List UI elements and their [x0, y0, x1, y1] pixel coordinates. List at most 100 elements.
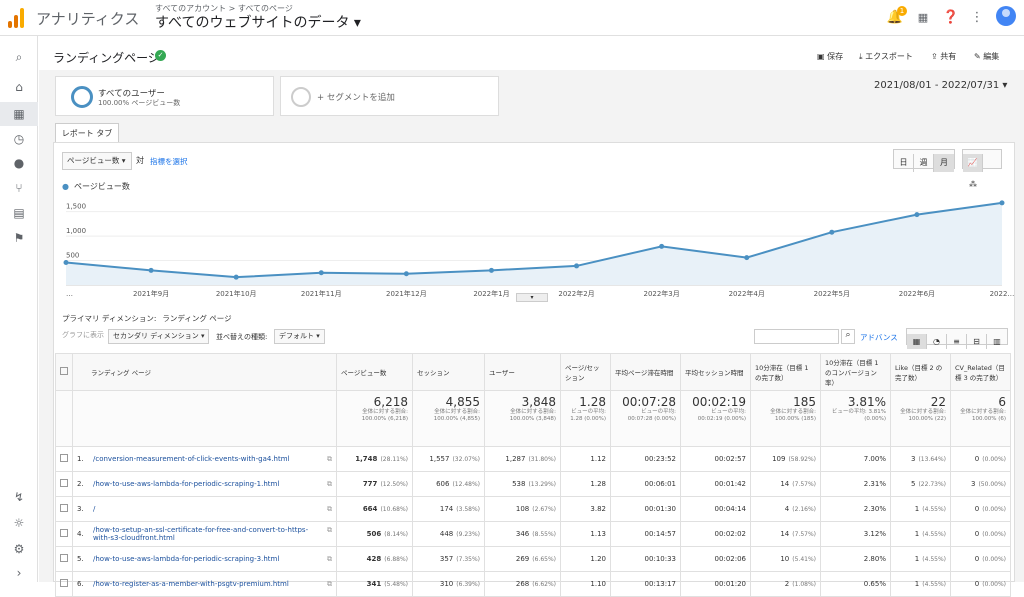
- landing-page-link[interactable]: /how-to-setup-an-ssl-certificate-for-fre…: [93, 526, 315, 542]
- table-row[interactable]: 4./how-to-setup-an-ssl-certificate-for-f…: [55, 521, 1011, 547]
- landing-page-link[interactable]: /conversion-measurement-of-click-events-…: [93, 455, 315, 463]
- date-range-picker[interactable]: 2021/08/01 - 2022/07/31 ▾: [874, 80, 1007, 91]
- col-pageviews[interactable]: ページビュー数: [336, 353, 413, 391]
- analytics-logo-icon[interactable]: [8, 8, 26, 28]
- row-checkbox[interactable]: [55, 446, 73, 472]
- landing-page-link[interactable]: /how-to-use-aws-lambda-for-periodic-scra…: [93, 555, 315, 563]
- col-pages-per-session[interactable]: ページ/セッション: [560, 353, 611, 391]
- col-goal1-conversion-rate[interactable]: 10分滞在（目標 1 のコンバージョン率）: [820, 353, 891, 391]
- edit-button[interactable]: ✎ 編集: [974, 51, 999, 62]
- admin-gear-icon[interactable]: ⚙: [10, 540, 28, 558]
- table-row[interactable]: 1./conversion-measurement-of-click-event…: [55, 446, 1011, 472]
- search-icon[interactable]: ⌕: [10, 48, 28, 66]
- cell-ses: 174 (3.58%): [412, 496, 485, 522]
- row-checkbox[interactable]: [55, 521, 73, 547]
- behavior-icon[interactable]: ▤: [10, 204, 28, 222]
- share-button[interactable]: ⇪ 共有: [931, 51, 956, 62]
- cell-pv: 664 (10.68%): [336, 496, 413, 522]
- save-button[interactable]: ▣ 保存: [817, 51, 843, 62]
- col-goal1-completions[interactable]: 10分滞在（目標 1 の完了数）: [750, 353, 821, 391]
- customization-icon[interactable]: ▦: [10, 105, 28, 123]
- granularity-month[interactable]: 月: [934, 154, 954, 172]
- help-icon[interactable]: ❓: [942, 9, 960, 27]
- total-cell: 00:02:19 ビューの平均: 00:02:19 (0.00%): [680, 390, 751, 447]
- granularity-week[interactable]: 週: [914, 154, 934, 172]
- avatar[interactable]: [996, 6, 1016, 26]
- col-avg-session-duration[interactable]: 平均セッション時間: [680, 353, 751, 391]
- col-users[interactable]: ユーザー: [484, 353, 561, 391]
- cell-ast: 00:02:02: [680, 521, 751, 547]
- expand-chevron-icon[interactable]: ›: [10, 564, 28, 582]
- sort-dropdown[interactable]: デフォルト ▾: [274, 329, 325, 344]
- cell-apt: 00:13:17: [610, 571, 681, 597]
- granularity-day[interactable]: 日: [894, 154, 914, 172]
- export-button[interactable]: ⤓ エクスポート: [859, 51, 913, 62]
- open-external-icon[interactable]: ⧉: [327, 555, 332, 564]
- audience-person-icon[interactable]: ●: [10, 154, 28, 172]
- pivot-view-icon[interactable]: ▥: [987, 334, 1007, 349]
- totals-row: 6,218 全体に対する割合: 100.00% (6,218) 4,855 全体に対す…: [55, 390, 1011, 447]
- plot-rows-button[interactable]: グラフに表示: [62, 330, 104, 340]
- col-sessions[interactable]: セッション: [412, 353, 485, 391]
- home-icon[interactable]: ⌂: [10, 78, 28, 96]
- table-row[interactable]: 2./how-to-use-aws-lambda-for-periodic-sc…: [55, 471, 1011, 497]
- line-chart-icon[interactable]: 📈: [963, 154, 983, 172]
- performance-view-icon[interactable]: ≡: [947, 334, 967, 349]
- cell-pps: 1.12: [560, 446, 611, 472]
- more-vert-icon[interactable]: ⋮: [968, 9, 986, 27]
- select-metric-link[interactable]: 指標を選択: [150, 156, 188, 167]
- pie-view-icon[interactable]: ◔: [927, 334, 947, 349]
- advanced-link[interactable]: アドバンス: [860, 332, 898, 343]
- open-external-icon[interactable]: ⧉: [327, 505, 332, 514]
- open-external-icon[interactable]: ⧉: [327, 526, 332, 535]
- landing-page-link[interactable]: /: [93, 505, 315, 513]
- cell-g1: 2 (1.08%): [750, 571, 821, 597]
- acquisition-icon[interactable]: ⑂: [10, 179, 28, 197]
- landing-page-link[interactable]: /how-to-use-aws-lambda-for-periodic-scra…: [93, 480, 315, 488]
- col-landing-page[interactable]: ランディング ページ: [72, 353, 337, 391]
- landing-page-link[interactable]: /how-to-register-as-a-member-with-psgtv-…: [93, 580, 315, 588]
- dimension-value[interactable]: ランディング ページ: [162, 314, 231, 323]
- segment-all-users[interactable]: すべてのユーザー 100.00% ページビュー数: [55, 76, 274, 116]
- cell-cr: 2.30%: [820, 496, 891, 522]
- add-segment[interactable]: + セグメントを追加: [280, 76, 499, 116]
- cell-g3: 0 (0.00%): [950, 496, 1011, 522]
- row-checkbox[interactable]: [55, 571, 73, 597]
- open-external-icon[interactable]: ⧉: [327, 455, 332, 464]
- table-row[interactable]: 6./how-to-register-as-a-member-with-psgt…: [55, 571, 1011, 597]
- open-external-icon[interactable]: ⧉: [327, 580, 332, 589]
- col-goal3-completions[interactable]: CV_Related（目標 3 の完了数）: [950, 353, 1011, 391]
- realtime-clock-icon[interactable]: ◷: [10, 130, 28, 148]
- compare-view-icon[interactable]: ⊟: [967, 334, 987, 349]
- granularity-group: 日週月: [893, 149, 955, 172]
- discover-lightbulb-icon[interactable]: ☼: [10, 514, 28, 532]
- total-cell: 4,855 全体に対する割合: 100.00% (4,855): [412, 390, 485, 447]
- table-search-input[interactable]: [754, 329, 839, 344]
- row-checkbox[interactable]: [55, 496, 73, 522]
- tab-report[interactable]: レポート タブ: [55, 123, 119, 143]
- total-sub: 全体に対する割合: 100.00% (6,218): [361, 409, 408, 422]
- conversions-flag-icon[interactable]: ⚑: [10, 229, 28, 247]
- cell-g3: 0 (0.00%): [950, 446, 1011, 472]
- table-row[interactable]: 5./how-to-use-aws-lambda-for-periodic-sc…: [55, 546, 1011, 572]
- row-checkbox[interactable]: [55, 546, 73, 572]
- motion-chart-icon[interactable]: ⁂: [963, 176, 983, 194]
- chart-collapse-handle[interactable]: ▾: [516, 293, 548, 302]
- search-icon[interactable]: ⌕: [841, 329, 855, 344]
- row-checkbox[interactable]: [55, 471, 73, 497]
- cell-g1: 14 (7.57%): [750, 521, 821, 547]
- col-avg-time-on-page[interactable]: 平均ページ滞在時間: [610, 353, 681, 391]
- table-view-icon[interactable]: ▦: [907, 334, 927, 349]
- open-external-icon[interactable]: ⧉: [327, 480, 332, 489]
- select-all-checkbox[interactable]: [55, 353, 73, 391]
- data-point: [744, 255, 750, 261]
- table-row[interactable]: 3. / ⧉ 664 (10.68%) 174 (3.58%) 108 (2.67%) 3.82 0…: [55, 496, 1011, 522]
- total-cell: 22 全体に対する割合: 100.00% (22): [890, 390, 951, 447]
- apps-grid-icon[interactable]: ▦: [914, 9, 932, 27]
- account-selector[interactable]: すべてのウェブサイトのデータ ▾: [155, 12, 361, 32]
- metric-dropdown[interactable]: ページビュー数 ▾: [62, 152, 132, 170]
- cell-g2: 1 (4.55%): [890, 571, 951, 597]
- col-goal2-completions[interactable]: Like（目標 2 の完了数）: [890, 353, 951, 391]
- secondary-dimension-dropdown[interactable]: セカンダリ ディメンション ▾: [108, 329, 210, 344]
- attribution-icon[interactable]: ↯: [10, 488, 28, 506]
